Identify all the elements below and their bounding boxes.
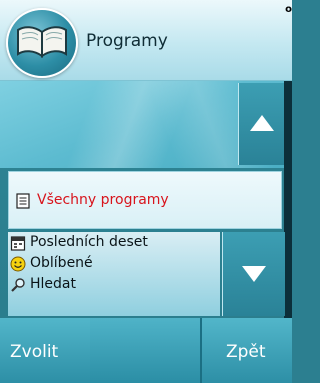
- book-icon: [6, 8, 78, 78]
- back-button[interactable]: Zpět: [200, 318, 292, 383]
- search-icon: [11, 278, 25, 292]
- page-title: Programy: [86, 31, 168, 51]
- arrow-down-icon: [242, 266, 266, 282]
- select-button-label: Zvolit: [10, 342, 59, 362]
- scroll-up-button[interactable]: [238, 83, 285, 165]
- list-item-selected[interactable]: Všechny programy: [8, 171, 282, 229]
- arrow-up-icon: [250, 115, 274, 131]
- edge-strip: [284, 81, 292, 331]
- calendar-icon: [10, 236, 26, 251]
- screen: Programy o Všechny programy Posledních d…: [0, 0, 292, 383]
- back-button-label: Zpět: [226, 342, 266, 362]
- list-lower: Posledních deset Oblíbené Hledat: [8, 232, 220, 316]
- title-bar: Programy o: [0, 0, 292, 81]
- softkey-bar: Zvolit Zpět: [0, 318, 292, 383]
- smiley-icon: [10, 256, 26, 272]
- document-icon: [16, 193, 30, 209]
- list-item-label: Posledních deset: [30, 234, 148, 250]
- list-item-label: Všechny programy: [37, 192, 169, 208]
- scroll-down-button[interactable]: [222, 232, 285, 316]
- list-item-label: Hledat: [30, 276, 76, 292]
- select-button[interactable]: Zvolit: [0, 318, 90, 383]
- list-item-label: Oblíbené: [30, 255, 93, 271]
- corner-indicator: o: [285, 4, 292, 15]
